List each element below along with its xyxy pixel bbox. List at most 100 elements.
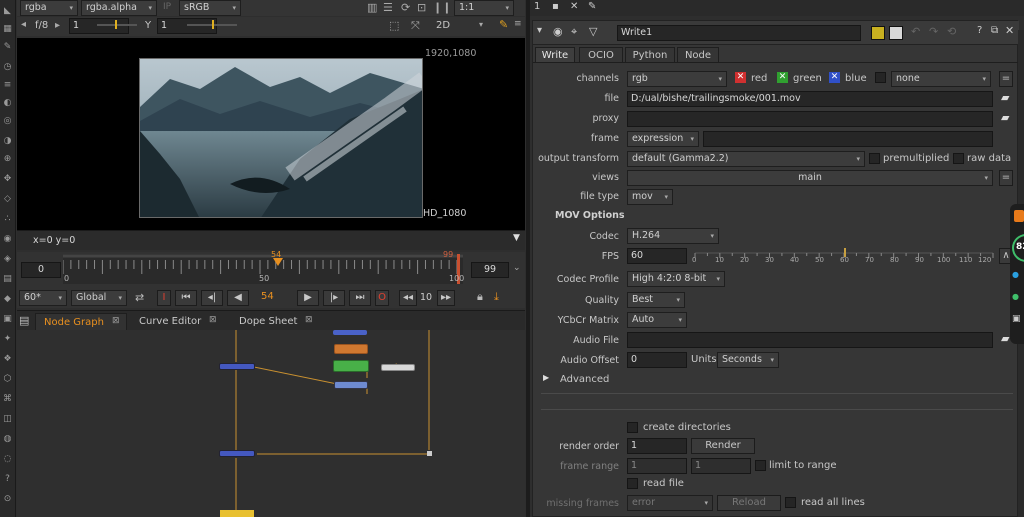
render-button[interactable]: Render [691,438,755,454]
fps-field[interactable]: 60 [627,248,687,264]
3d-tool-icon[interactable]: ◇ [2,194,13,205]
first-frame-button[interactable]: ⏮ [175,290,197,306]
cache-tool-icon[interactable]: ◌ [2,454,13,465]
channel-tool-icon[interactable]: ≡ [2,80,13,91]
proxy-browse-icon[interactable]: ▰ [1001,111,1009,124]
timeline-ruler[interactable]: 54 99 0 50 100 [62,250,464,284]
clipping-warning-icon[interactable]: ◂ [21,19,26,30]
ip-label[interactable]: IP [163,2,171,12]
next-keyframe-button[interactable]: |▸ [323,290,345,306]
render-preview-icon[interactable]: ⤓ [494,290,499,304]
raw-data-checkbox[interactable] [953,153,964,164]
metadata-tool-icon[interactable]: ◈ [2,254,13,265]
frame-expression-field[interactable] [703,131,993,147]
plugins-tool-icon[interactable]: ▣ [2,314,13,325]
panel-count-label[interactable]: 1 [534,1,540,12]
view-node-icon[interactable]: ◉ [553,25,563,38]
views-dropdown[interactable]: main ▾ [627,170,993,186]
frame-range-end-field[interactable]: 1 [691,458,751,474]
node-blue-light[interactable] [334,381,368,389]
scope-dropdown[interactable]: Global ▾ [71,290,127,306]
toolsets-tool-icon[interactable]: ▤ [2,274,13,285]
help-icon[interactable]: ? [977,25,982,36]
alpha-checkbox[interactable] [875,72,886,83]
transform-jack-icon[interactable]: ⤧ [411,19,420,33]
node-blue-a[interactable] [219,363,255,370]
furnace-tool-icon[interactable]: ✦ [2,334,13,345]
file-type-dropdown[interactable]: mov ▾ [627,189,673,205]
red-checkbox[interactable]: ✕ [735,72,746,83]
revert-icon[interactable]: ⟲ [947,25,956,38]
dot-node[interactable] [427,451,432,456]
refresh-icon[interactable]: ⟳ [401,1,410,14]
prev-keyframe-button[interactable]: ◂| [201,290,223,306]
info-chevron-icon[interactable]: ▼ [513,233,520,243]
reload-button[interactable]: Reload [717,495,781,511]
center-node-icon[interactable]: ⌖ [571,25,577,39]
script-tool-icon[interactable]: ⌘ [2,394,13,405]
create-directories-checkbox[interactable] [627,422,638,433]
units-dropdown[interactable]: Seconds ▾ [717,352,779,368]
channels-dropdown[interactable]: rgb ▾ [627,71,727,87]
codec-profile-dropdown[interactable]: High 4:2:0 8-bit ▾ [627,271,725,287]
tab-write[interactable]: Write [535,47,575,62]
node-graph-canvas[interactable] [17,330,525,517]
draw-tool-icon[interactable]: ✎ [2,42,13,53]
start-frame-field[interactable]: 0 [21,262,61,278]
group-tool-icon[interactable]: ◍ [2,434,13,445]
channel-display-dropdown[interactable]: rgba.alpha ▾ [81,0,157,16]
quality-dropdown[interactable]: Best ▾ [627,292,685,308]
paint-brush-icon[interactable]: ✎ [499,18,508,31]
step-forward-button[interactable]: ▸▸ [437,290,455,306]
viewer-canvas[interactable]: 1920,1080 HD_1080 [17,38,525,230]
file-path-field[interactable]: D:/ual/bishe/trailingsmoke/001.mov [627,91,993,107]
step-back-button[interactable]: ◂◂ [399,290,417,306]
tab-ocio[interactable]: OCIO [579,47,623,62]
keyer-tool-icon[interactable]: ◑ [2,136,13,147]
node-white[interactable] [381,364,415,371]
roi-dashed-icon[interactable]: ⬚ [389,19,399,32]
fps-slider[interactable]: 0 10 20 30 40 50 60 70 80 90 100 110 120 [691,245,997,267]
other-tool-icon[interactable]: ◆ [2,294,13,305]
close-icon[interactable]: ⊠ [209,315,217,325]
tab-curve-editor[interactable]: Curve Editor ⊠ [129,313,223,331]
fps-dropdown[interactable]: 60* ▾ [19,290,67,306]
time-tool-icon[interactable]: ◷ [2,62,13,73]
views-tool-icon[interactable]: ◉ [2,234,13,245]
node-blue-b[interactable] [219,450,255,457]
render-order-field[interactable]: 1 [627,438,687,454]
audio-browse-icon[interactable]: ▰ [1001,332,1009,345]
views-link-button[interactable]: = [999,170,1013,186]
play-backward-button[interactable]: ◀ [227,290,249,306]
in-point-button[interactable]: I [157,290,171,306]
current-frame-marker[interactable] [273,258,283,268]
tile-color-button[interactable] [871,26,885,40]
colorspace-dropdown[interactable]: sRGB ▾ [179,0,241,16]
node-write[interactable] [220,510,254,517]
close-icon[interactable]: ✕ [1005,24,1014,37]
tab-dope-sheet[interactable]: Dope Sheet ⊠ [225,313,317,331]
gamma-slider-handle[interactable] [212,20,214,29]
particles-tool-icon[interactable]: ∴ [2,214,13,225]
transform-tool-icon[interactable]: ✥ [2,174,13,185]
current-frame-value[interactable]: 54 [261,291,274,302]
output-transform-dropdown[interactable]: default (Gamma2.2) ▾ [627,151,865,167]
gamma-slider[interactable] [187,20,237,29]
alpha-channel-dropdown[interactable]: none ▾ [891,71,991,87]
gain-slider[interactable] [97,20,137,29]
audio-offset-field[interactable]: 0 [627,352,687,368]
tab-node-graph[interactable]: Node Graph ⊠ [35,313,127,331]
float-panel-icon[interactable]: ✎ [588,1,596,12]
end-frame-field[interactable]: 99 [471,262,509,278]
help-tool-icon[interactable]: ? [2,474,13,485]
cara-tool-icon[interactable]: ❖ [2,354,13,365]
lock-panel-icon[interactable]: ▪ [552,1,559,12]
last-frame-button[interactable]: ⏭ [349,290,371,306]
read-all-lines-checkbox[interactable] [785,497,796,508]
filter-tool-icon[interactable]: ◎ [2,116,13,127]
redo-icon[interactable]: ↷ [929,25,938,38]
gl-color-button[interactable] [889,26,903,40]
node-name-field[interactable]: Write1 [617,25,861,41]
lock-icon[interactable]: 🔒︎ [477,290,483,304]
gain-field[interactable]: 1 [69,18,129,34]
